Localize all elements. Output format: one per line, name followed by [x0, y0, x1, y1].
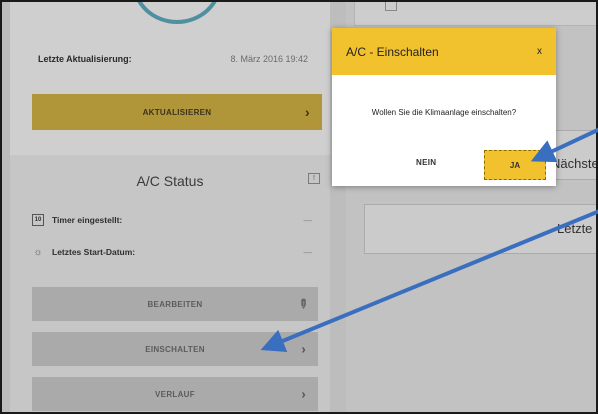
timer-label: Timer eingestellt:	[52, 215, 123, 225]
app-screen: Letzte Aktualisierung: 8. März 2016 19:4…	[2, 2, 596, 412]
edit-button[interactable]: BEARBEITEN ✎	[32, 287, 318, 321]
timer-value: —	[303, 215, 313, 225]
info-speech-icon[interactable]: !	[308, 173, 320, 184]
chevron-right-icon: ›	[305, 104, 310, 120]
chevron-right-icon: ›	[301, 386, 306, 402]
last-update-value: 8. März 2016 19:42	[230, 54, 308, 64]
confirm-dialog: A/C - Einschalten x Wollen Sie die Klima…	[332, 28, 556, 186]
dialog-header: A/C - Einschalten x	[332, 28, 556, 75]
update-button-label: AKTUALISIEREN	[142, 107, 212, 117]
dialog-message: Wollen Sie die Klimaanlage einschalten?	[371, 108, 517, 117]
edit-button-label: BEARBEITEN	[147, 299, 203, 309]
ac-status-panel: A/C Status ! 10 Timer eingestellt: — ☼ L…	[10, 155, 330, 412]
last-label: Letzte	[557, 221, 593, 236]
yes-button-label: JA	[509, 160, 521, 170]
left-column: Letzte Aktualisierung: 8. März 2016 19:4…	[10, 2, 330, 412]
yes-button[interactable]: JA	[484, 150, 546, 180]
panel-title: A/C Status	[136, 173, 204, 189]
top-card	[354, 2, 596, 26]
no-button[interactable]: NEIN	[416, 158, 436, 167]
calendar-icon: 10	[32, 214, 44, 226]
chevron-right-icon: ›	[301, 341, 306, 357]
history-button[interactable]: VERLAUF ›	[32, 377, 318, 411]
next-label: Nächste	[551, 156, 596, 171]
dialog-title: A/C - Einschalten	[346, 44, 439, 59]
last-update-row: Letzte Aktualisierung: 8. März 2016 19:4…	[38, 54, 308, 64]
history-button-label: VERLAUF	[155, 389, 195, 399]
switch-on-button[interactable]: EINSCHALTEN ›	[32, 332, 318, 366]
start-date-label: Letztes Start-Datum:	[52, 247, 136, 257]
switch-on-button-label: EINSCHALTEN	[145, 344, 205, 354]
close-icon[interactable]: x	[537, 46, 542, 57]
start-date-value: —	[303, 247, 313, 257]
start-date-row: ☼ Letztes Start-Datum: —	[32, 242, 312, 262]
bulb-icon: ☼	[33, 246, 43, 258]
last-card[interactable]: Letzte	[364, 204, 596, 254]
pencil-icon: ✎	[294, 295, 312, 313]
last-update-label: Letzte Aktualisierung:	[38, 54, 132, 64]
timer-row: 10 Timer eingestellt: —	[32, 210, 312, 230]
gauge-arc	[132, 2, 222, 24]
card-icon	[385, 2, 397, 11]
update-button[interactable]: AKTUALISIEREN ›	[32, 94, 322, 130]
